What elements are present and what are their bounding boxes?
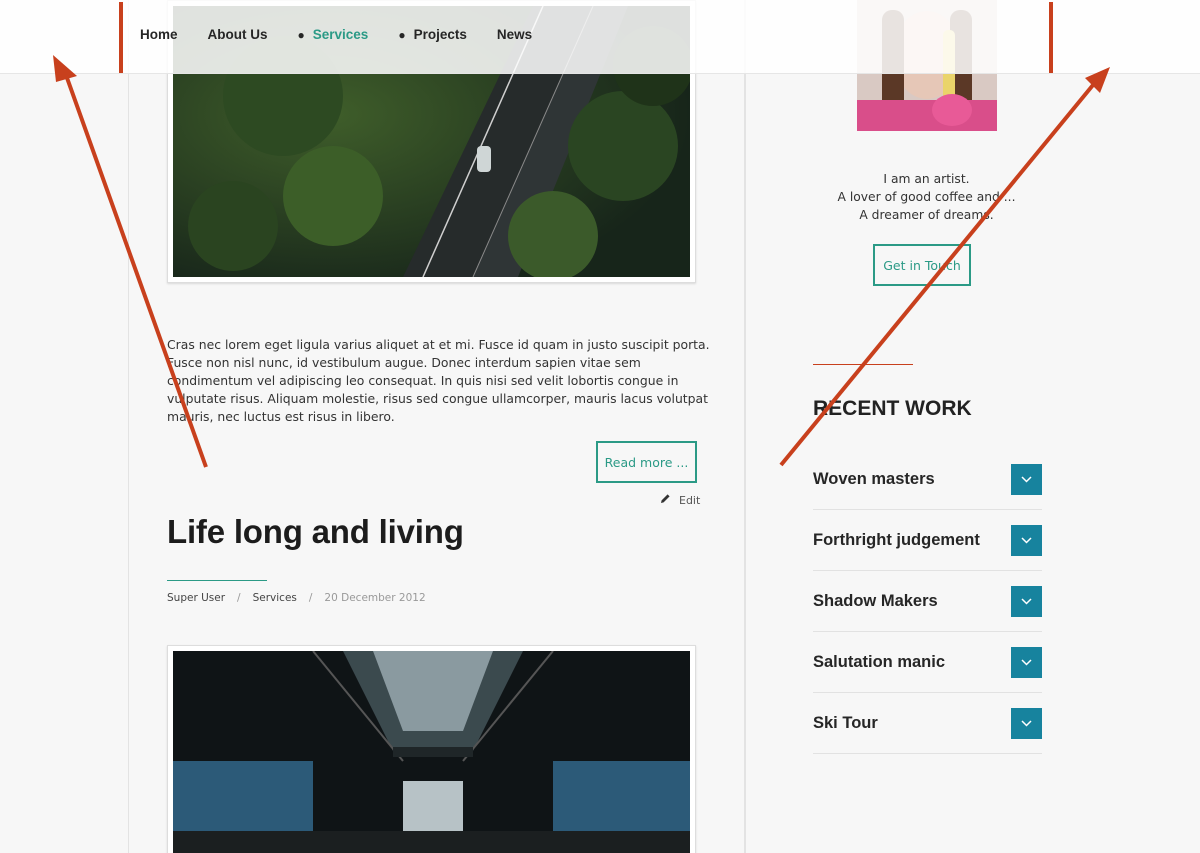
station-image [173, 651, 690, 853]
recent-work-label: Shadow Makers [813, 591, 938, 610]
expand-toggle[interactable] [1011, 707, 1042, 739]
read-more-button[interactable]: Read more ... [596, 441, 697, 483]
nav-item-about-us[interactable]: About Us [208, 27, 268, 42]
title-divider [167, 580, 267, 581]
recent-work-item[interactable]: Shadow Makers [813, 571, 1042, 632]
publish-date: 20 December 2012 [324, 592, 426, 604]
recent-work-item[interactable]: Woven masters [813, 449, 1042, 510]
nav-label: News [496, 27, 533, 42]
recent-work-list: Woven masters Forthright judgement Shado… [813, 449, 1042, 754]
bio-line: A lover of good coffee and ... [837, 190, 1016, 204]
author-bio: I am an artist. A lover of good coffee a… [810, 170, 1043, 224]
bullet-icon: ● [297, 27, 305, 42]
author-link[interactable]: Super User [167, 592, 225, 604]
recent-work-item[interactable]: Salutation manic [813, 632, 1042, 693]
expand-toggle[interactable] [1011, 585, 1042, 617]
recent-work-label: Salutation manic [813, 652, 946, 671]
nav-label: About Us [207, 27, 268, 42]
bio-line: I am an artist. [883, 172, 970, 186]
meta-separator: / [237, 592, 241, 604]
category-link[interactable]: Services [253, 592, 297, 604]
get-in-touch-button[interactable]: Get in Touch [873, 244, 971, 286]
edit-label: Edit [679, 493, 701, 507]
sidebar-divider [813, 364, 913, 365]
recent-work-label: Woven masters [813, 469, 935, 488]
nav-label: Projects [413, 27, 467, 42]
article-image-station[interactable] [167, 645, 696, 853]
recent-work-label: Ski Tour [813, 713, 878, 732]
expand-toggle[interactable] [1011, 646, 1042, 678]
edit-link[interactable]: Edit [660, 493, 700, 507]
recent-work-label: Forthright judgement [813, 530, 980, 549]
header-accent-bar-right [1049, 2, 1053, 73]
article-meta: Super User / Services / 20 December 2012 [167, 592, 426, 604]
recent-work-item[interactable]: Ski Tour [813, 693, 1042, 754]
header-accent-bar-left [119, 2, 123, 73]
chevron-down-icon [1021, 658, 1032, 666]
recent-work-item[interactable]: Forthright judgement [813, 510, 1042, 571]
recent-work-heading: RECENT WORK [813, 397, 972, 420]
site-header: Home About Us ● Services ● Projects News [0, 0, 1200, 74]
bio-line: A dreamer of dreams. [859, 208, 994, 222]
article-excerpt: Cras nec lorem eget ligula varius alique… [167, 337, 710, 424]
nav-label: Services [312, 27, 369, 42]
main-nav: Home About Us ● Services ● Projects News [140, 27, 562, 42]
article-title[interactable]: Life long and living [167, 513, 464, 551]
chevron-down-icon [1021, 597, 1032, 605]
bullet-icon: ● [398, 27, 406, 42]
nav-item-news[interactable]: News [497, 27, 532, 42]
nav-item-home[interactable]: Home [140, 27, 178, 42]
expand-toggle[interactable] [1011, 524, 1042, 556]
chevron-down-icon [1021, 475, 1032, 483]
pencil-icon [660, 493, 671, 507]
meta-separator: / [308, 592, 313, 604]
chevron-down-icon [1021, 536, 1032, 544]
chevron-down-icon [1021, 719, 1032, 727]
nav-label: Home [140, 27, 178, 42]
nav-item-services[interactable]: ● Services [298, 27, 369, 42]
nav-item-projects[interactable]: ● Projects [398, 27, 467, 42]
expand-toggle[interactable] [1011, 463, 1042, 495]
